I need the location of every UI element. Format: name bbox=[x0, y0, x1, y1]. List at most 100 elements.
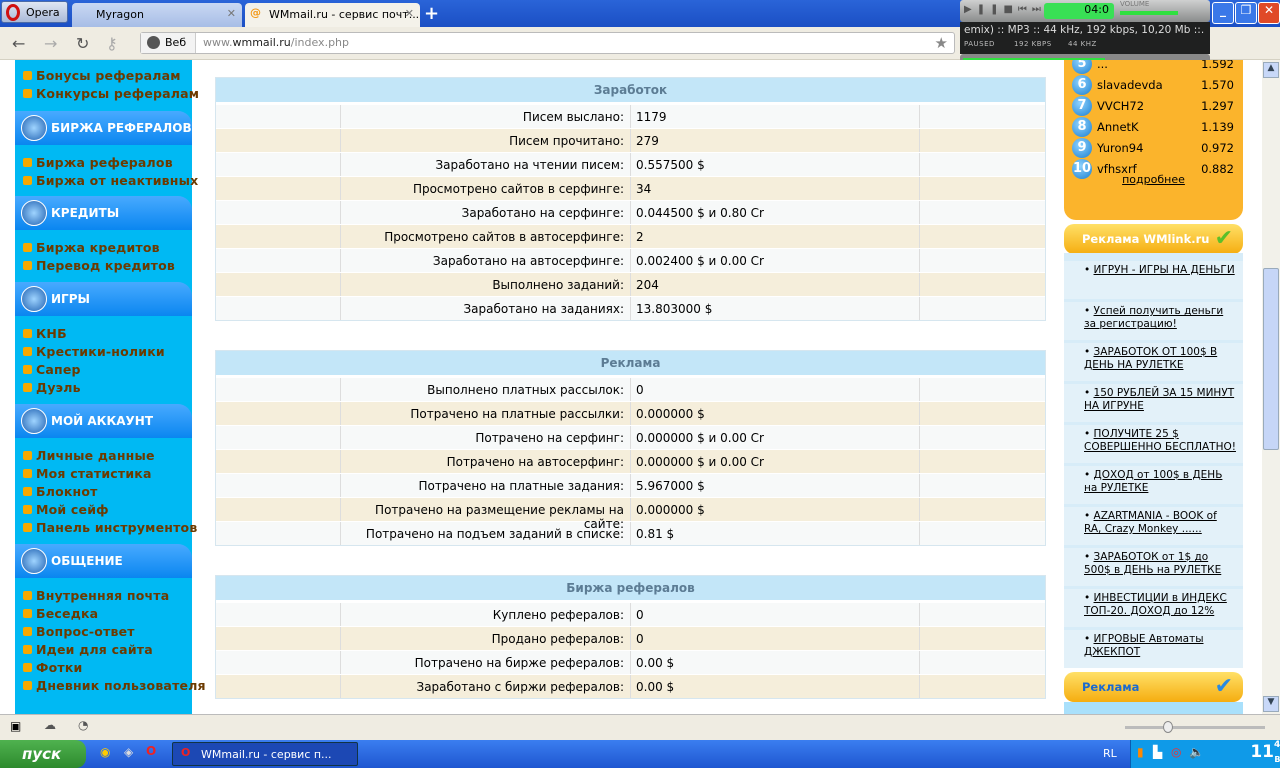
network-icon[interactable]: ▙ bbox=[1153, 745, 1162, 759]
ad-link[interactable]: ИГРОВЫЕ Автоматы ДЖЕКПОТ bbox=[1084, 633, 1204, 658]
ads-title: Реклама bbox=[1082, 680, 1140, 694]
scroll-down-button[interactable]: ▼ bbox=[1263, 696, 1279, 712]
panel-toggle-icon[interactable]: ▣ bbox=[10, 719, 21, 733]
maximize-button[interactable]: ❐ bbox=[1235, 2, 1257, 24]
scroll-thumb[interactable] bbox=[1263, 268, 1279, 450]
row-label: Куплено рефералов: bbox=[341, 603, 631, 626]
opera-logo-icon bbox=[6, 4, 20, 21]
sidebar-link[interactable]: Сапер bbox=[23, 362, 81, 377]
track-info: emix) :: MP3 :: 44 kHz, 192 kbps, 10,20 … bbox=[964, 24, 1205, 36]
language-indicator[interactable]: RL bbox=[1103, 747, 1117, 760]
sidebar-link[interactable]: Вопрос-ответ bbox=[23, 624, 135, 639]
sidebar-link[interactable]: Внутренняя почта bbox=[23, 588, 169, 603]
sidebar-link[interactable]: Мой сейф bbox=[23, 502, 109, 517]
empty-cell bbox=[216, 402, 341, 425]
wmlink-ads-title: Реклама WMlink.ru bbox=[1082, 232, 1210, 246]
wow-icon[interactable]: ◉ bbox=[100, 745, 110, 759]
opera-menu-button[interactable]: Opera bbox=[1, 1, 68, 23]
player-tray-icon[interactable]: ▮ bbox=[1137, 745, 1144, 759]
sidebar-link[interactable]: Конкурсы рефералам bbox=[23, 86, 199, 101]
reload-icon[interactable]: ↻ bbox=[76, 34, 89, 53]
table-row: Потрачено на размещение рекламы на сайте… bbox=[216, 497, 1045, 531]
url-field[interactable]: Веб www.wmmail.ru/index.php ★ bbox=[140, 32, 955, 54]
sidebar-link[interactable]: Дневник пользователя bbox=[23, 678, 206, 693]
sidebar-link[interactable]: Личные данные bbox=[23, 448, 155, 463]
sidebar-link[interactable]: Биржа рефералов bbox=[23, 155, 173, 170]
ad-link[interactable]: ПОЛУЧИТЕ 25 $ СОВЕРШЕННО БЕСПЛАТНО! bbox=[1084, 428, 1236, 453]
opera-quicklaunch-icon[interactable]: O bbox=[146, 744, 156, 758]
bookmark-star-icon[interactable]: ★ bbox=[935, 34, 948, 52]
close-window-button[interactable]: ✕ bbox=[1258, 2, 1280, 24]
empty-cell bbox=[920, 450, 1045, 473]
sidebar-link[interactable]: Блокнот bbox=[23, 484, 98, 499]
row-label: Потрачено на автосерфинг: bbox=[341, 450, 631, 473]
row-value: 0.000000 $ и 0.00 Cr bbox=[631, 426, 920, 449]
sidebar-link[interactable]: Идеи для сайта bbox=[23, 642, 153, 657]
sidebar-link[interactable]: Фотки bbox=[23, 660, 82, 675]
ad-link[interactable]: ЗАРАБОТОК от 1$ до 500$ в ДЕНЬ на РУЛЕТК… bbox=[1084, 551, 1221, 576]
ad-item: • 150 РУБЛЕЙ ЗА 15 МИНУТ НА ИГРУНЕ bbox=[1064, 384, 1243, 422]
tab-label: WMmail.ru - сервис почт... bbox=[269, 8, 420, 21]
empty-cell bbox=[216, 225, 341, 248]
clock-minute: 40 bbox=[1274, 740, 1280, 750]
sidebar-link[interactable]: Моя статистика bbox=[23, 466, 152, 481]
sidebar-link[interactable]: Крестики-нолики bbox=[23, 344, 165, 359]
empty-cell bbox=[216, 177, 341, 200]
sidebar-link[interactable]: Беседка bbox=[23, 606, 98, 621]
empty-cell bbox=[920, 675, 1045, 698]
tab-wmmail[interactable]: @ WMmail.ru - сервис почт... ✕ bbox=[245, 3, 420, 27]
top-users-box: подробнее 5... 1.592 6 slavadevda 1.570 7 VVCH… bbox=[1064, 60, 1243, 220]
sidebar-link[interactable]: Биржа от неактивных bbox=[23, 173, 198, 188]
ad-link[interactable]: ДОХОД от 100$ в ДЕНЬ на РУЛЕТКЕ bbox=[1084, 469, 1222, 494]
sidebar-link[interactable]: КНБ bbox=[23, 326, 67, 341]
sidebar-link[interactable]: Дуэль bbox=[23, 380, 81, 395]
volume-slider[interactable] bbox=[1120, 11, 1178, 15]
sidebar-link[interactable]: Панель инструментов bbox=[23, 520, 197, 535]
zoom-slider-handle[interactable] bbox=[1163, 721, 1173, 733]
sidebar-link[interactable]: Бонусы рефералам bbox=[23, 68, 181, 83]
player-buttons-icon[interactable]: ▶❚❚■⏮⏭ bbox=[964, 4, 1046, 15]
ad-link[interactable]: ИГРУН - ИГРЫ НА ДЕНЬГИ bbox=[1094, 264, 1235, 276]
new-tab-button[interactable]: + bbox=[424, 3, 439, 24]
sidebar-link[interactable]: Перевод кредитов bbox=[23, 258, 175, 273]
vertical-scrollbar[interactable]: ▲ ▼ bbox=[1262, 60, 1280, 714]
volume-icon[interactable]: 🔈 bbox=[1189, 745, 1204, 759]
sidebar-section-header: КРЕДИТЫ bbox=[15, 196, 192, 230]
ad-link[interactable]: ИНВЕСТИЦИИ в ИНДЕКС ТОП-20. ДОХОД до 12% bbox=[1084, 592, 1227, 617]
empty-cell bbox=[216, 249, 341, 272]
cloud-icon[interactable]: ☁ bbox=[44, 718, 56, 732]
clock-hour: 11 bbox=[1250, 742, 1274, 762]
ad-link[interactable]: AZARTMANIA - BOOK of RA, Crazy Monkey ..… bbox=[1084, 510, 1217, 535]
tab-myragon[interactable]: Myragon ✕ bbox=[72, 3, 242, 27]
speed-dial-icon[interactable]: ◔ bbox=[78, 718, 88, 732]
ad-link[interactable]: ЗАРАБОТОК ОТ 100$ В ДЕНЬ НА РУЛЕТКЕ bbox=[1084, 346, 1217, 371]
start-button[interactable]: пуск bbox=[0, 740, 86, 768]
volume-label: VOLUME bbox=[1120, 0, 1150, 8]
back-icon[interactable]: ← bbox=[12, 34, 25, 53]
forward-icon[interactable]: → bbox=[44, 34, 57, 53]
clock[interactable]: 1140 Вт bbox=[1250, 740, 1280, 764]
system-tray: ▮ ▙ ◎ 🔈 1140 Вт bbox=[1130, 740, 1280, 768]
taskbar-item-wmmail[interactable]: O WMmail.ru - сервис п... bbox=[172, 742, 358, 766]
player-kbps: 192 KBPS bbox=[1014, 40, 1052, 48]
ad-link[interactable]: 150 РУБЛЕЙ ЗА 15 МИНУТ НА ИГРУНЕ bbox=[1084, 387, 1234, 412]
key-icon[interactable]: ⚷ bbox=[106, 34, 118, 53]
zoom-slider[interactable] bbox=[1125, 721, 1265, 733]
row-label: Писем прочитано: bbox=[341, 129, 631, 152]
close-tab-icon[interactable]: ✕ bbox=[405, 7, 414, 20]
antivirus-icon[interactable]: ◎ bbox=[1171, 745, 1181, 759]
empty-cell bbox=[216, 297, 341, 320]
table-row: Потрачено на платные задания: 5.967000 $ bbox=[216, 473, 1045, 497]
table-row: Продано рефералов: 0 bbox=[216, 626, 1045, 650]
close-tab-icon[interactable]: ✕ bbox=[227, 7, 236, 20]
ad-item: • AZARTMANIA - BOOK of RA, Crazy Monkey … bbox=[1064, 507, 1243, 545]
row-value: 13.803000 $ bbox=[631, 297, 920, 320]
minimize-button[interactable]: _ bbox=[1212, 2, 1234, 24]
empty-cell bbox=[920, 474, 1045, 497]
tanks-icon[interactable]: ◈ bbox=[124, 745, 133, 759]
sidebar-link[interactable]: Биржа кредитов bbox=[23, 240, 160, 255]
scroll-up-button[interactable]: ▲ bbox=[1263, 62, 1279, 78]
ad-link[interactable]: Успей получить деньги за регистрацию! bbox=[1084, 305, 1223, 330]
web-badge[interactable]: Веб bbox=[141, 33, 196, 53]
user-name: AnnetK bbox=[1097, 120, 1139, 134]
